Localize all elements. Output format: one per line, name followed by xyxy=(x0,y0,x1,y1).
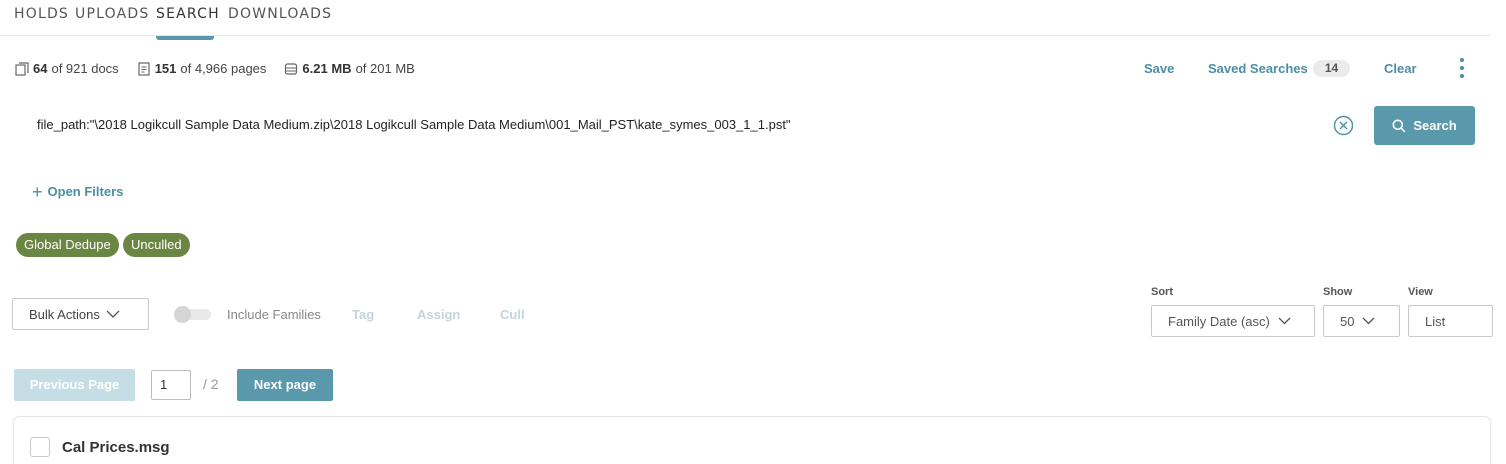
view-dropdown[interactable]: List xyxy=(1408,305,1493,337)
tab-holds[interactable]: HOLDS xyxy=(14,6,69,22)
previous-page-button[interactable]: Previous Page xyxy=(14,369,135,401)
filter-chip-global-dedupe[interactable]: Global Dedupe xyxy=(16,233,119,257)
search-button-label: Search xyxy=(1413,118,1457,133)
show-value: 50 xyxy=(1340,313,1355,329)
pages-count: 151 xyxy=(154,61,177,76)
bulk-actions-label: Bulk Actions xyxy=(29,306,100,322)
saved-searches-count-badge: 14 xyxy=(1313,60,1350,77)
cull-action[interactable]: Cull xyxy=(500,307,525,322)
show-label: Show xyxy=(1323,286,1353,298)
active-tab-indicator xyxy=(156,36,214,40)
pages-total: of 4,966 pages xyxy=(180,61,267,76)
next-page-button[interactable]: Next page xyxy=(237,369,333,401)
result-select-checkbox[interactable] xyxy=(30,437,50,457)
chevron-down-icon xyxy=(1278,317,1291,325)
docs-total: of 921 docs xyxy=(51,61,119,76)
tab-downloads[interactable]: DOWNLOADS xyxy=(228,6,332,22)
size-count: 6.21 MB xyxy=(302,61,352,76)
include-families-toggle[interactable] xyxy=(174,306,211,323)
main-tabs: HOLDS UPLOADS SEARCH DOWNLOADS xyxy=(0,0,1490,36)
clear-search-link[interactable]: Clear xyxy=(1384,61,1417,76)
saved-searches-link[interactable]: Saved Searches xyxy=(1208,61,1308,76)
plus-icon: + xyxy=(32,181,43,202)
tab-uploads[interactable]: UPLOADS xyxy=(75,6,149,22)
view-value: List xyxy=(1425,313,1446,329)
page-total: / 2 xyxy=(203,376,219,392)
filter-chip-unculled[interactable]: Unculled xyxy=(123,233,190,257)
chevron-down-icon xyxy=(1363,317,1375,325)
search-query-input[interactable]: file_path:"\2018 Logikcull Sample Data M… xyxy=(37,117,791,132)
page-icon xyxy=(138,61,150,76)
search-icon xyxy=(1392,119,1406,132)
sort-dropdown[interactable]: Family Date (asc) xyxy=(1151,305,1315,337)
pages-stat: 151 of 4,966 pages xyxy=(137,61,267,76)
sort-label: Sort xyxy=(1151,286,1173,298)
page-number-input[interactable]: 1 xyxy=(151,370,191,400)
include-families-label: Include Families xyxy=(227,307,321,322)
size-stat: 6.21 MB of 201 MB xyxy=(284,61,415,76)
save-search-link[interactable]: Save xyxy=(1144,61,1174,76)
open-filters-label: Open Filters xyxy=(47,184,124,199)
clear-query-icon[interactable] xyxy=(1333,115,1354,136)
docs-count: 64 xyxy=(33,61,48,76)
show-dropdown[interactable]: 50 xyxy=(1323,305,1400,337)
bulk-actions-dropdown[interactable]: Bulk Actions xyxy=(12,298,149,330)
open-filters-link[interactable]: + Open Filters xyxy=(32,181,124,202)
sort-value: Family Date (asc) xyxy=(1168,313,1270,329)
view-label: View xyxy=(1408,286,1433,298)
result-card xyxy=(13,416,1491,464)
tag-action[interactable]: Tag xyxy=(352,307,374,322)
assign-action[interactable]: Assign xyxy=(417,307,460,322)
chevron-down-icon xyxy=(106,310,120,318)
tab-search[interactable]: SEARCH xyxy=(156,6,220,22)
storage-icon xyxy=(285,62,298,75)
documents-icon xyxy=(15,61,29,76)
more-options-icon[interactable] xyxy=(1458,58,1466,80)
result-document-name[interactable]: Cal Prices.msg xyxy=(62,439,170,456)
size-total: of 201 MB xyxy=(355,61,415,76)
docs-stat: 64 of 921 docs xyxy=(15,61,119,76)
result-stats: 64 of 921 docs 151 of 4,966 pages 6.21 M… xyxy=(15,61,433,76)
search-button[interactable]: Search xyxy=(1374,106,1475,145)
